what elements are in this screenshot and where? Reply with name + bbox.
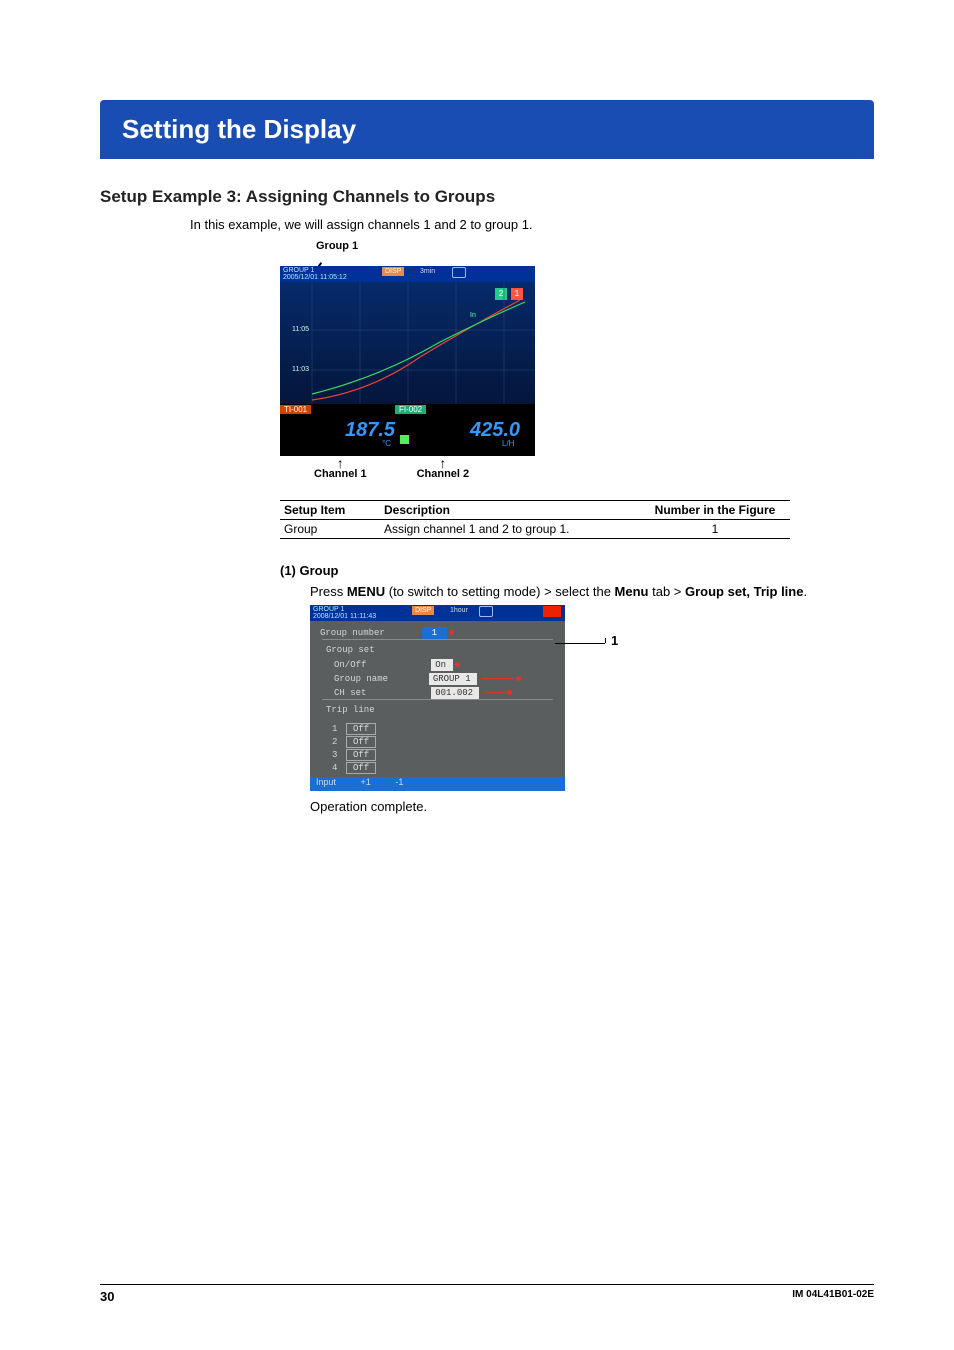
status-square (400, 435, 409, 444)
setup-item-table: Setup Item Description Number in the Fig… (280, 500, 790, 539)
trend-screenshot: GROUP 1 2005/12/01 11:05:12 DISP 3min 2 … (280, 266, 535, 456)
callout-leader-1: 1 (571, 605, 631, 625)
interval-2: 1hour (450, 607, 468, 614)
channel-2-label: Channel 2 (417, 458, 470, 480)
shot2-group: GROUP 1 (313, 606, 344, 613)
groupname-label: Group name (334, 674, 388, 684)
page-footer: 30 IM 04L41B01-02E (100, 1284, 874, 1304)
chset-label: CH set (334, 688, 366, 698)
th-description: Description (380, 501, 640, 520)
onoff-label: On/Off (334, 660, 366, 670)
cell-number: 1 (640, 520, 790, 539)
step-1-group-heading: (1) Group (280, 563, 874, 578)
table-row: Group Assign channel 1 and 2 to group 1.… (280, 520, 790, 539)
trip-line-label: Trip line (326, 705, 375, 715)
th-number: Number in the Figure (640, 501, 790, 520)
onoff-value: On (431, 659, 453, 671)
record-icon (543, 606, 561, 617)
plus1-button: +1 (361, 777, 371, 787)
tripline-4: Off (346, 762, 376, 774)
group-set-label: Group set (326, 645, 375, 655)
shot2-datetime: 2008/12/01 11:11:43 (313, 613, 376, 620)
tag-2: FI-002 (395, 405, 426, 414)
shot1-group: GROUP 1 (283, 267, 314, 274)
unit-2: L/H (502, 439, 514, 448)
input-button: Input (316, 777, 336, 787)
camera-icon-2 (479, 606, 493, 617)
instruction-text: Press MENU (to switch to setting mode) >… (310, 582, 850, 602)
figure-1-block: Group 1 GROUP 1 2005/12/01 11:05:12 DISP… (280, 240, 560, 480)
tag-1: TI-001 (280, 405, 311, 414)
group-number-value: 1 (422, 627, 447, 639)
interval-label: 3min (420, 268, 435, 275)
disp-badge: DISP (382, 267, 404, 276)
groupname-value: GROUP 1 (429, 673, 477, 685)
minus1-button: -1 (395, 777, 403, 787)
group-1-label: Group 1 (316, 240, 560, 252)
shot1-datetime: 2005/12/01 11:05:12 (283, 274, 347, 281)
intro-text: In this example, we will assign channels… (190, 217, 874, 232)
section-subtitle: Setup Example 3: Assigning Channels to G… (100, 187, 874, 207)
disp-badge-2: DISP (412, 606, 434, 615)
tripline-1: Off (346, 723, 376, 735)
tripline-2: Off (346, 736, 376, 748)
tripline-3: Off (346, 749, 376, 761)
settings-screenshot: GROUP 1 2008/12/01 11:11:43 DISP 1hour G… (310, 605, 565, 791)
callout-num-1: 1 (611, 633, 618, 648)
cell-setup-item: Group (280, 520, 380, 539)
operation-complete: Operation complete. (310, 799, 874, 814)
group-number-label: Group number (320, 628, 385, 638)
doc-id: IM 04L41B01-02E (792, 1289, 874, 1304)
unit-1: °C (382, 439, 391, 448)
page-number: 30 (100, 1289, 114, 1304)
channel-1-label: Channel 1 (314, 458, 367, 480)
th-setup-item: Setup Item (280, 501, 380, 520)
chset-value: 001.002 (431, 687, 479, 699)
cell-description: Assign channel 1 and 2 to group 1. (380, 520, 640, 539)
camera-icon (452, 267, 466, 278)
title-bar: Setting the Display (100, 100, 874, 159)
